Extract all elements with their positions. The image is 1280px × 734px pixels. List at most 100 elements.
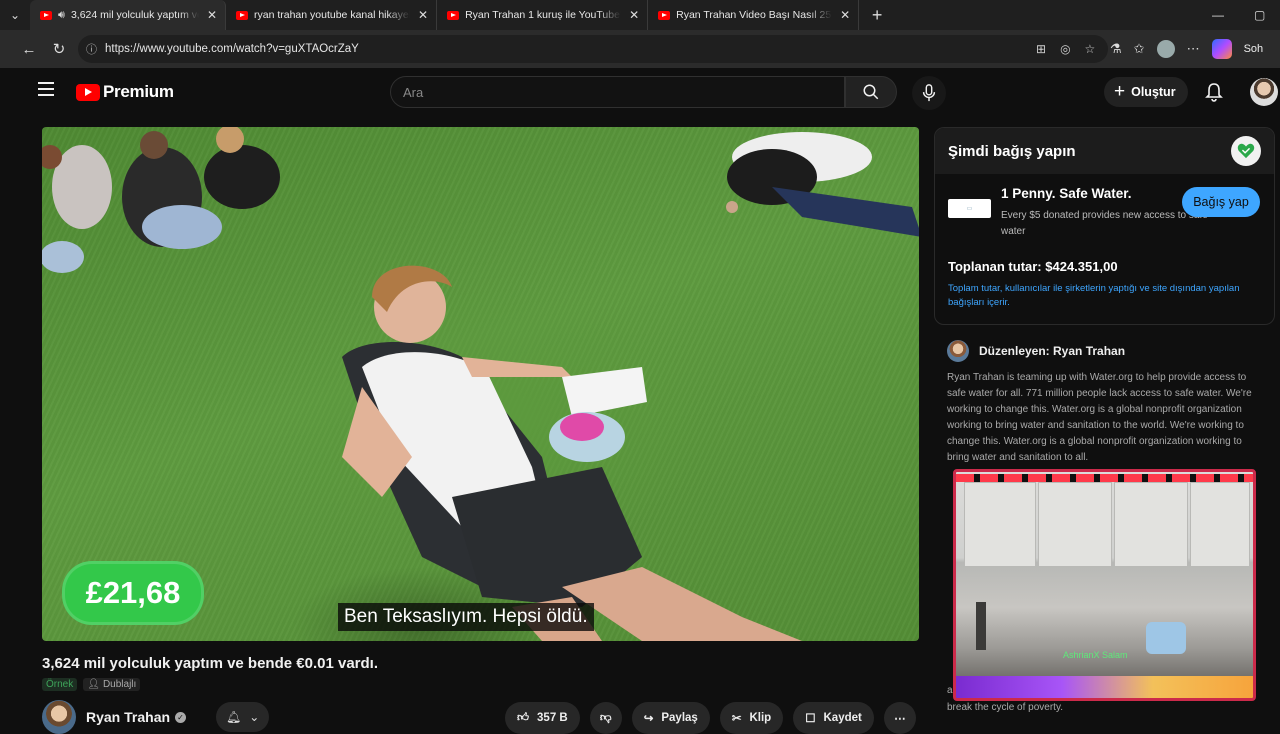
tab-list-chevron-icon[interactable]: ⌄ — [0, 0, 30, 30]
tab-title: Ryan Trahan 1 kuruş ile YouTube'u — [465, 9, 622, 21]
address-bar-row: ← ↻ ⓘ https://www.youtube.com/watch?v=gu… — [0, 30, 1280, 68]
chevron-down-icon: ⌄ — [249, 710, 260, 724]
like-count: 357 B — [537, 712, 568, 724]
browser-tab-4[interactable]: Ryan Trahan Video Başı Nasıl 25.48 ✕ — [648, 0, 860, 30]
video-actions: 👍︎ 357 B 👎︎ ↪ Paylaş ✂ Klip ☐ Kaydet ⋯ — [505, 702, 916, 734]
video-tags: Örnek 👤︎ Dublajlı — [42, 678, 141, 691]
donate-button[interactable]: Bağış yap — [1182, 187, 1260, 217]
video-title: 3,624 mil yolculuk yaptım ve bende €0.01… — [42, 655, 378, 672]
search-icon — [863, 84, 879, 100]
youtube-favicon-icon — [40, 10, 52, 20]
cabinet-shape — [964, 482, 1036, 567]
create-label: Oluştur — [1131, 85, 1176, 99]
streamer-webcam-overlay: AshrianX Salam — [953, 469, 1256, 701]
browser-tab-3[interactable]: Ryan Trahan 1 kuruş ile YouTube'u ✕ — [437, 0, 649, 30]
charity-name: 1 Penny. Safe Water. — [1001, 186, 1132, 201]
url-field[interactable]: ⓘ https://www.youtube.com/watch?v=guXTAO… — [78, 35, 1108, 63]
site-info-icon[interactable]: ⓘ — [86, 41, 97, 57]
save-button[interactable]: ☐ Kaydet — [793, 702, 874, 734]
charity-logo: ▭ — [948, 199, 991, 218]
close-tab-icon[interactable]: ✕ — [840, 8, 850, 22]
url-action-icons: ⊞ ◎ ☆ — [1036, 35, 1095, 63]
donation-title: Şimdi bağış yapın — [948, 142, 1076, 160]
account-avatar[interactable] — [1250, 78, 1278, 106]
charity-description: Every $5 donated provides new access to … — [1001, 210, 1208, 237]
more-dots-icon: ⋯ — [894, 713, 906, 725]
browser-tab-1[interactable]: 🔊︎ 3,624 mil yolculuk yaptım ve b ✕ — [30, 0, 226, 30]
thumbs-up-icon: 👍︎ — [517, 712, 530, 724]
webcam-bottom-bar — [956, 676, 1253, 698]
youtube-favicon-icon — [447, 10, 460, 20]
url-text: https://www.youtube.com/watch?v=guXTAOcr… — [105, 43, 359, 55]
microphone-icon — [922, 84, 936, 102]
minimize-button[interactable]: — — [1212, 0, 1224, 30]
close-tab-icon[interactable]: ✕ — [629, 8, 639, 22]
subscription-bell-button[interactable]: 🔔︎ ⌄ — [216, 702, 270, 732]
clip-button[interactable]: ✂ Klip — [719, 702, 784, 734]
price-badge: £21,68 — [62, 561, 204, 625]
create-button[interactable]: + Oluştur — [1104, 77, 1188, 107]
plus-icon: + — [1114, 81, 1126, 102]
organizer-label: Düzenleyen: Ryan Trahan — [979, 344, 1126, 358]
organizer-description: Ryan Trahan is teaming up with Water.org… — [947, 372, 1252, 463]
webcam-frame — [953, 469, 1256, 701]
bell-icon: 🔔︎ — [226, 710, 242, 724]
channel-avatar[interactable] — [42, 700, 76, 734]
dislike-button[interactable]: 👎︎ — [589, 702, 622, 734]
video-player[interactable]: £21,68 Ben Teksaslıyım. Hepsi öldü. — [42, 127, 919, 641]
youtube-premium-logo[interactable]: Premium — [76, 82, 174, 102]
dubbed-label: Dublajlı — [102, 679, 137, 690]
verified-check-icon: ✓ — [175, 711, 187, 723]
thumbs-down-icon: 👎︎ — [599, 712, 612, 724]
channel-row: Ryan Trahan ✓ 🔔︎ ⌄ — [42, 700, 270, 734]
share-button[interactable]: ↪ Paylaş — [631, 702, 710, 734]
reload-icon[interactable]: ↻ — [44, 40, 74, 58]
organizer-header: Düzenleyen: Ryan Trahan — [947, 340, 1125, 362]
scissors-icon: ✂ — [731, 713, 742, 725]
tracking-icon[interactable]: ◎ — [1060, 42, 1070, 56]
new-tab-button[interactable]: + — [859, 5, 895, 26]
profile-avatar[interactable] — [1156, 40, 1175, 58]
tab-title: Ryan Trahan Video Başı Nasıl 25.48 — [676, 9, 833, 21]
search-placeholder: Ara — [403, 84, 424, 100]
amount-raised: Toplanan tutar: $424.351,00 — [948, 259, 1118, 274]
maximize-button[interactable]: ▢ — [1254, 0, 1265, 30]
save-playlist-icon: ☐ — [805, 713, 816, 725]
like-button[interactable]: 👍︎ 357 B — [505, 702, 580, 734]
youtube-header: Premium Ara + Oluştur — [12, 68, 1280, 118]
kettle-shape — [1146, 622, 1186, 654]
close-tab-icon[interactable]: ✕ — [207, 8, 217, 22]
extensions-icon[interactable]: ⚗ — [1110, 41, 1122, 57]
favorite-star-icon[interactable]: ☆ — [1085, 42, 1096, 56]
clip-label: Klip — [749, 712, 772, 724]
browser-tab-strip: ⌄ 🔊︎ 3,624 mil yolculuk yaptım ve b ✕ ry… — [0, 0, 1280, 30]
menu-hamburger-icon[interactable] — [38, 82, 54, 96]
dubbed-tag: 👤︎ Dublajlı — [83, 678, 141, 691]
tab-title: ryan trahan youtube kanal hikayel — [254, 9, 410, 21]
video-caption: Ben Teksaslıyım. Hepsi öldü. — [338, 603, 594, 631]
copilot-icon[interactable] — [1211, 39, 1232, 59]
youtube-logo-icon — [76, 83, 100, 101]
more-actions-button[interactable]: ⋯ — [883, 702, 916, 734]
youtube-favicon-icon — [236, 10, 248, 20]
browser-tab-2[interactable]: ryan trahan youtube kanal hikayel ✕ — [226, 0, 438, 30]
sidebar-label[interactable]: Soh — [1244, 43, 1264, 55]
search-input[interactable]: Ara — [390, 76, 845, 108]
speaker-icon[interactable]: 🔊︎ — [58, 9, 65, 22]
notifications-bell-icon[interactable] — [1205, 82, 1223, 107]
channel-name[interactable]: Ryan Trahan — [86, 709, 170, 725]
amount-raised-note[interactable]: Toplam tutar, kullanıcılar ile şirketler… — [948, 282, 1268, 310]
voice-search-button[interactable] — [912, 76, 946, 110]
close-tab-icon[interactable]: ✕ — [418, 8, 428, 22]
tab-title: 3,624 mil yolculuk yaptım ve b — [70, 9, 199, 21]
apps-icon[interactable]: ⊞ — [1036, 42, 1046, 56]
back-arrow-icon[interactable]: ← — [14, 41, 44, 58]
share-label: Paylaş — [661, 712, 698, 724]
save-label: Kaydet — [823, 712, 862, 724]
bottle-shape — [976, 602, 986, 650]
favorites-icon[interactable]: ✩ — [1134, 41, 1145, 57]
share-icon: ↪ — [643, 713, 654, 725]
webcam-streamer-name: AshrianX Salam — [1063, 650, 1128, 660]
search-button[interactable] — [845, 76, 897, 108]
more-menu-icon[interactable]: ⋯ — [1187, 41, 1200, 57]
